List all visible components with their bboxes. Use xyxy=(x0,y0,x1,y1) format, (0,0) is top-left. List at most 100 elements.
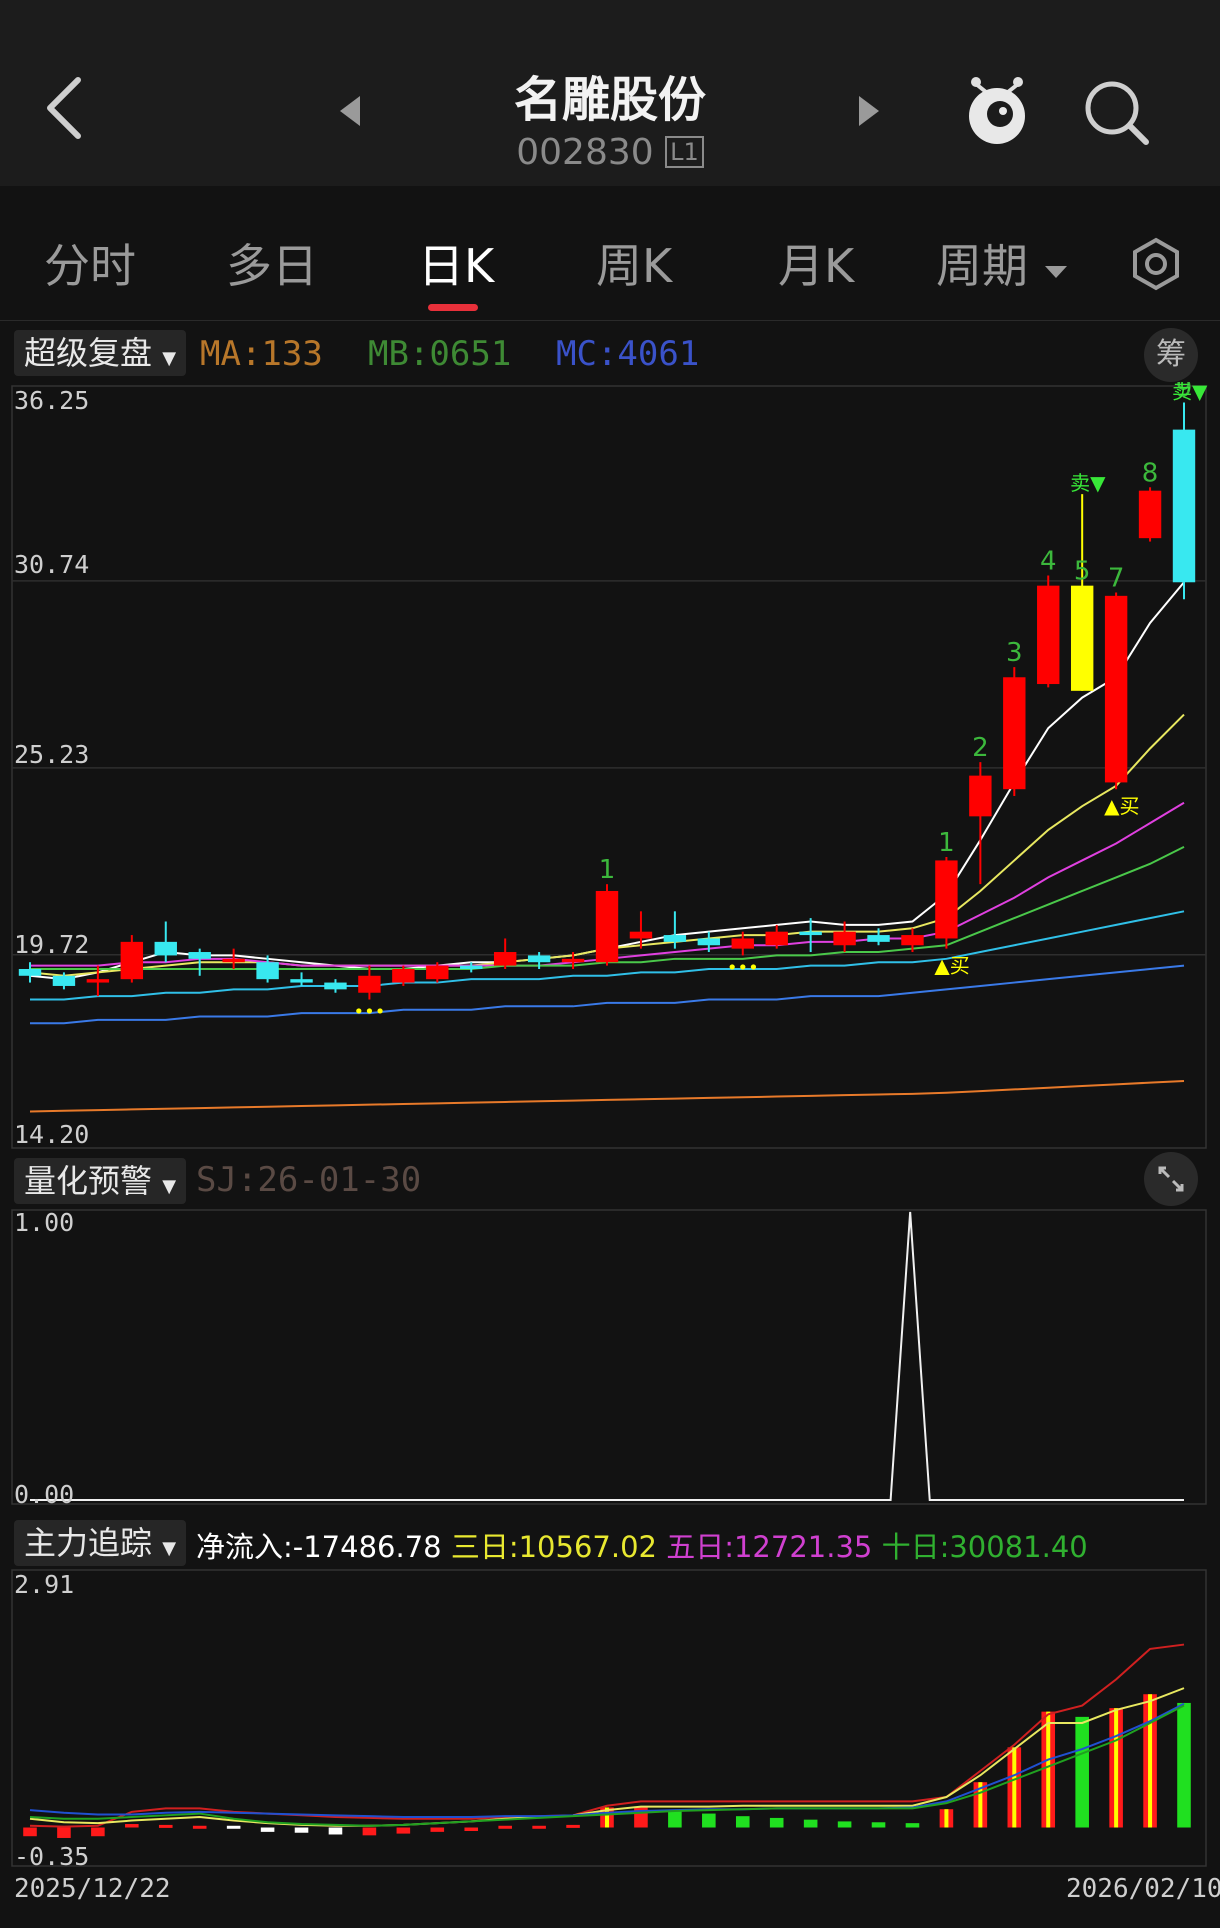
sequence-count-label: 3 xyxy=(1006,638,1023,668)
next-stock-icon[interactable] xyxy=(855,94,881,128)
candle-body xyxy=(1172,429,1196,583)
flow-bar-stripe xyxy=(1148,1694,1153,1828)
candle-body xyxy=(324,982,347,990)
candle-body xyxy=(290,979,313,983)
tab-weekly-k[interactable]: 周K xyxy=(596,230,672,296)
main-y-tick-3: 19.72 xyxy=(14,930,90,959)
flow-bar xyxy=(837,1821,852,1828)
candle-body xyxy=(392,968,415,983)
flow-indicator-select[interactable]: 主力追踪 ▼ xyxy=(14,1518,187,1566)
candle-body xyxy=(595,890,619,963)
candle-body xyxy=(697,938,721,946)
sequence-count-label: 7 xyxy=(1108,563,1125,593)
candle-body xyxy=(935,860,958,939)
flow-bar xyxy=(23,1827,37,1837)
top-bar: 名雕股份 002830 L1 xyxy=(0,0,1220,186)
dropdown-caret-icon: ▼ xyxy=(162,1176,177,1197)
candle-body xyxy=(527,955,551,963)
candle-body xyxy=(358,975,381,993)
warn-indicator-label: 量化预警 xyxy=(24,1162,153,1200)
flow-bar xyxy=(769,1817,784,1828)
warn-chart-frame xyxy=(11,1209,1207,1505)
tab-multi-day[interactable]: 多日 xyxy=(226,230,318,296)
fund-flow-chart[interactable] xyxy=(0,1568,1220,1868)
flow-bar xyxy=(328,1827,343,1835)
candle-body xyxy=(629,931,653,939)
candle-body xyxy=(493,952,517,966)
candle-body xyxy=(1003,677,1026,790)
candle-body xyxy=(188,952,211,959)
three-day-flow: 三日:10567.02 xyxy=(450,1530,657,1564)
search-icon[interactable] xyxy=(1082,78,1152,148)
tab-daily-k[interactable]: 日K xyxy=(418,230,494,296)
chip-distribution-button[interactable]: 筹 xyxy=(1144,328,1198,382)
flow-bar xyxy=(362,1827,377,1836)
active-tab-indicator xyxy=(428,304,478,311)
ten-day-flow: 十日:30081.40 xyxy=(881,1530,1088,1564)
warn-y-tick-0: 1.00 xyxy=(14,1208,75,1237)
flow-bar xyxy=(905,1823,920,1828)
flow-bar xyxy=(294,1827,309,1833)
sj-readout: SJ:26-01-30 xyxy=(196,1160,422,1200)
flow-bar xyxy=(226,1825,241,1829)
candle-body xyxy=(867,935,890,942)
end-date: 2026/02/10 xyxy=(1066,1874,1220,1904)
sell-signal: 卖▼ xyxy=(1070,471,1106,495)
candle-body xyxy=(18,968,42,976)
tab-period[interactable]: 周期 xyxy=(936,230,1069,296)
expand-button[interactable] xyxy=(1144,1152,1198,1206)
flow-bar xyxy=(1075,1716,1089,1828)
stock-code: 002830 xyxy=(516,132,654,173)
dot-marker: ••• xyxy=(353,1002,385,1023)
warning-chart[interactable] xyxy=(0,1208,1220,1508)
candle-body xyxy=(460,965,483,969)
tab-period-label: 周期 xyxy=(936,239,1028,293)
flow-bar xyxy=(260,1827,275,1832)
candle-body xyxy=(222,958,245,963)
flow-bar xyxy=(430,1827,445,1832)
ma-readout: MA:133 xyxy=(200,334,323,374)
dropdown-caret-icon: ▼ xyxy=(162,1538,177,1559)
main-chart-frame xyxy=(11,385,1207,1149)
main-indicator-select[interactable]: 超级复盘 ▼ xyxy=(14,328,187,376)
candle-body xyxy=(52,975,76,986)
buy-signal: ▲买 xyxy=(934,954,969,978)
sell-signal: 卖▼ xyxy=(1172,382,1208,403)
sequence-count-label: 5 xyxy=(1074,557,1091,587)
level-badge: L1 xyxy=(665,136,704,168)
tab-intraday[interactable]: 分时 xyxy=(44,230,136,296)
candle-body xyxy=(969,775,992,817)
flow-bar-stripe xyxy=(1046,1711,1051,1828)
sequence-count-label: 4 xyxy=(1040,546,1057,576)
candle-body xyxy=(426,965,449,980)
flow-bar-stripe xyxy=(944,1809,949,1828)
flow-bar-stripe xyxy=(1114,1708,1119,1828)
buy-signal: ▲买 xyxy=(1104,794,1139,818)
sequence-count-label: 1 xyxy=(599,855,616,885)
flow-bar xyxy=(532,1825,546,1829)
main-y-tick-0: 36.25 xyxy=(14,386,90,415)
candle-body xyxy=(1070,585,1094,691)
dot-marker: ••• xyxy=(727,957,759,978)
tab-monthly-k[interactable]: 月K xyxy=(778,230,854,296)
flow-bar xyxy=(1177,1702,1191,1828)
candle-body xyxy=(561,958,585,963)
settings-gear-icon[interactable] xyxy=(1128,236,1184,292)
sequence-count-label: 1 xyxy=(938,828,955,858)
net-inflow: 净流入:-17486.78 xyxy=(196,1530,442,1564)
stock-code-row: 002830 L1 xyxy=(0,132,1220,173)
candle-body xyxy=(799,931,822,936)
main-y-tick-2: 25.23 xyxy=(14,740,90,769)
warn-indicator-select[interactable]: 量化预警 ▼ xyxy=(14,1156,187,1204)
mascot-icon[interactable] xyxy=(962,70,1032,150)
candlestick-chart[interactable]: 11234 5 789▲买▲买卖▼卖▼•••••• xyxy=(0,382,1220,1152)
sequence-count-label: 8 xyxy=(1142,458,1159,488)
expand-icon xyxy=(1158,1166,1184,1192)
flow-bar-stripe xyxy=(1012,1747,1017,1828)
five-day-flow: 五日:12721.35 xyxy=(666,1530,873,1564)
candle-body xyxy=(256,962,279,980)
candle-body xyxy=(731,938,754,949)
candle-body xyxy=(765,931,788,946)
warn-y-tick-1: 0.00 xyxy=(14,1480,75,1509)
candle-body xyxy=(663,935,687,942)
